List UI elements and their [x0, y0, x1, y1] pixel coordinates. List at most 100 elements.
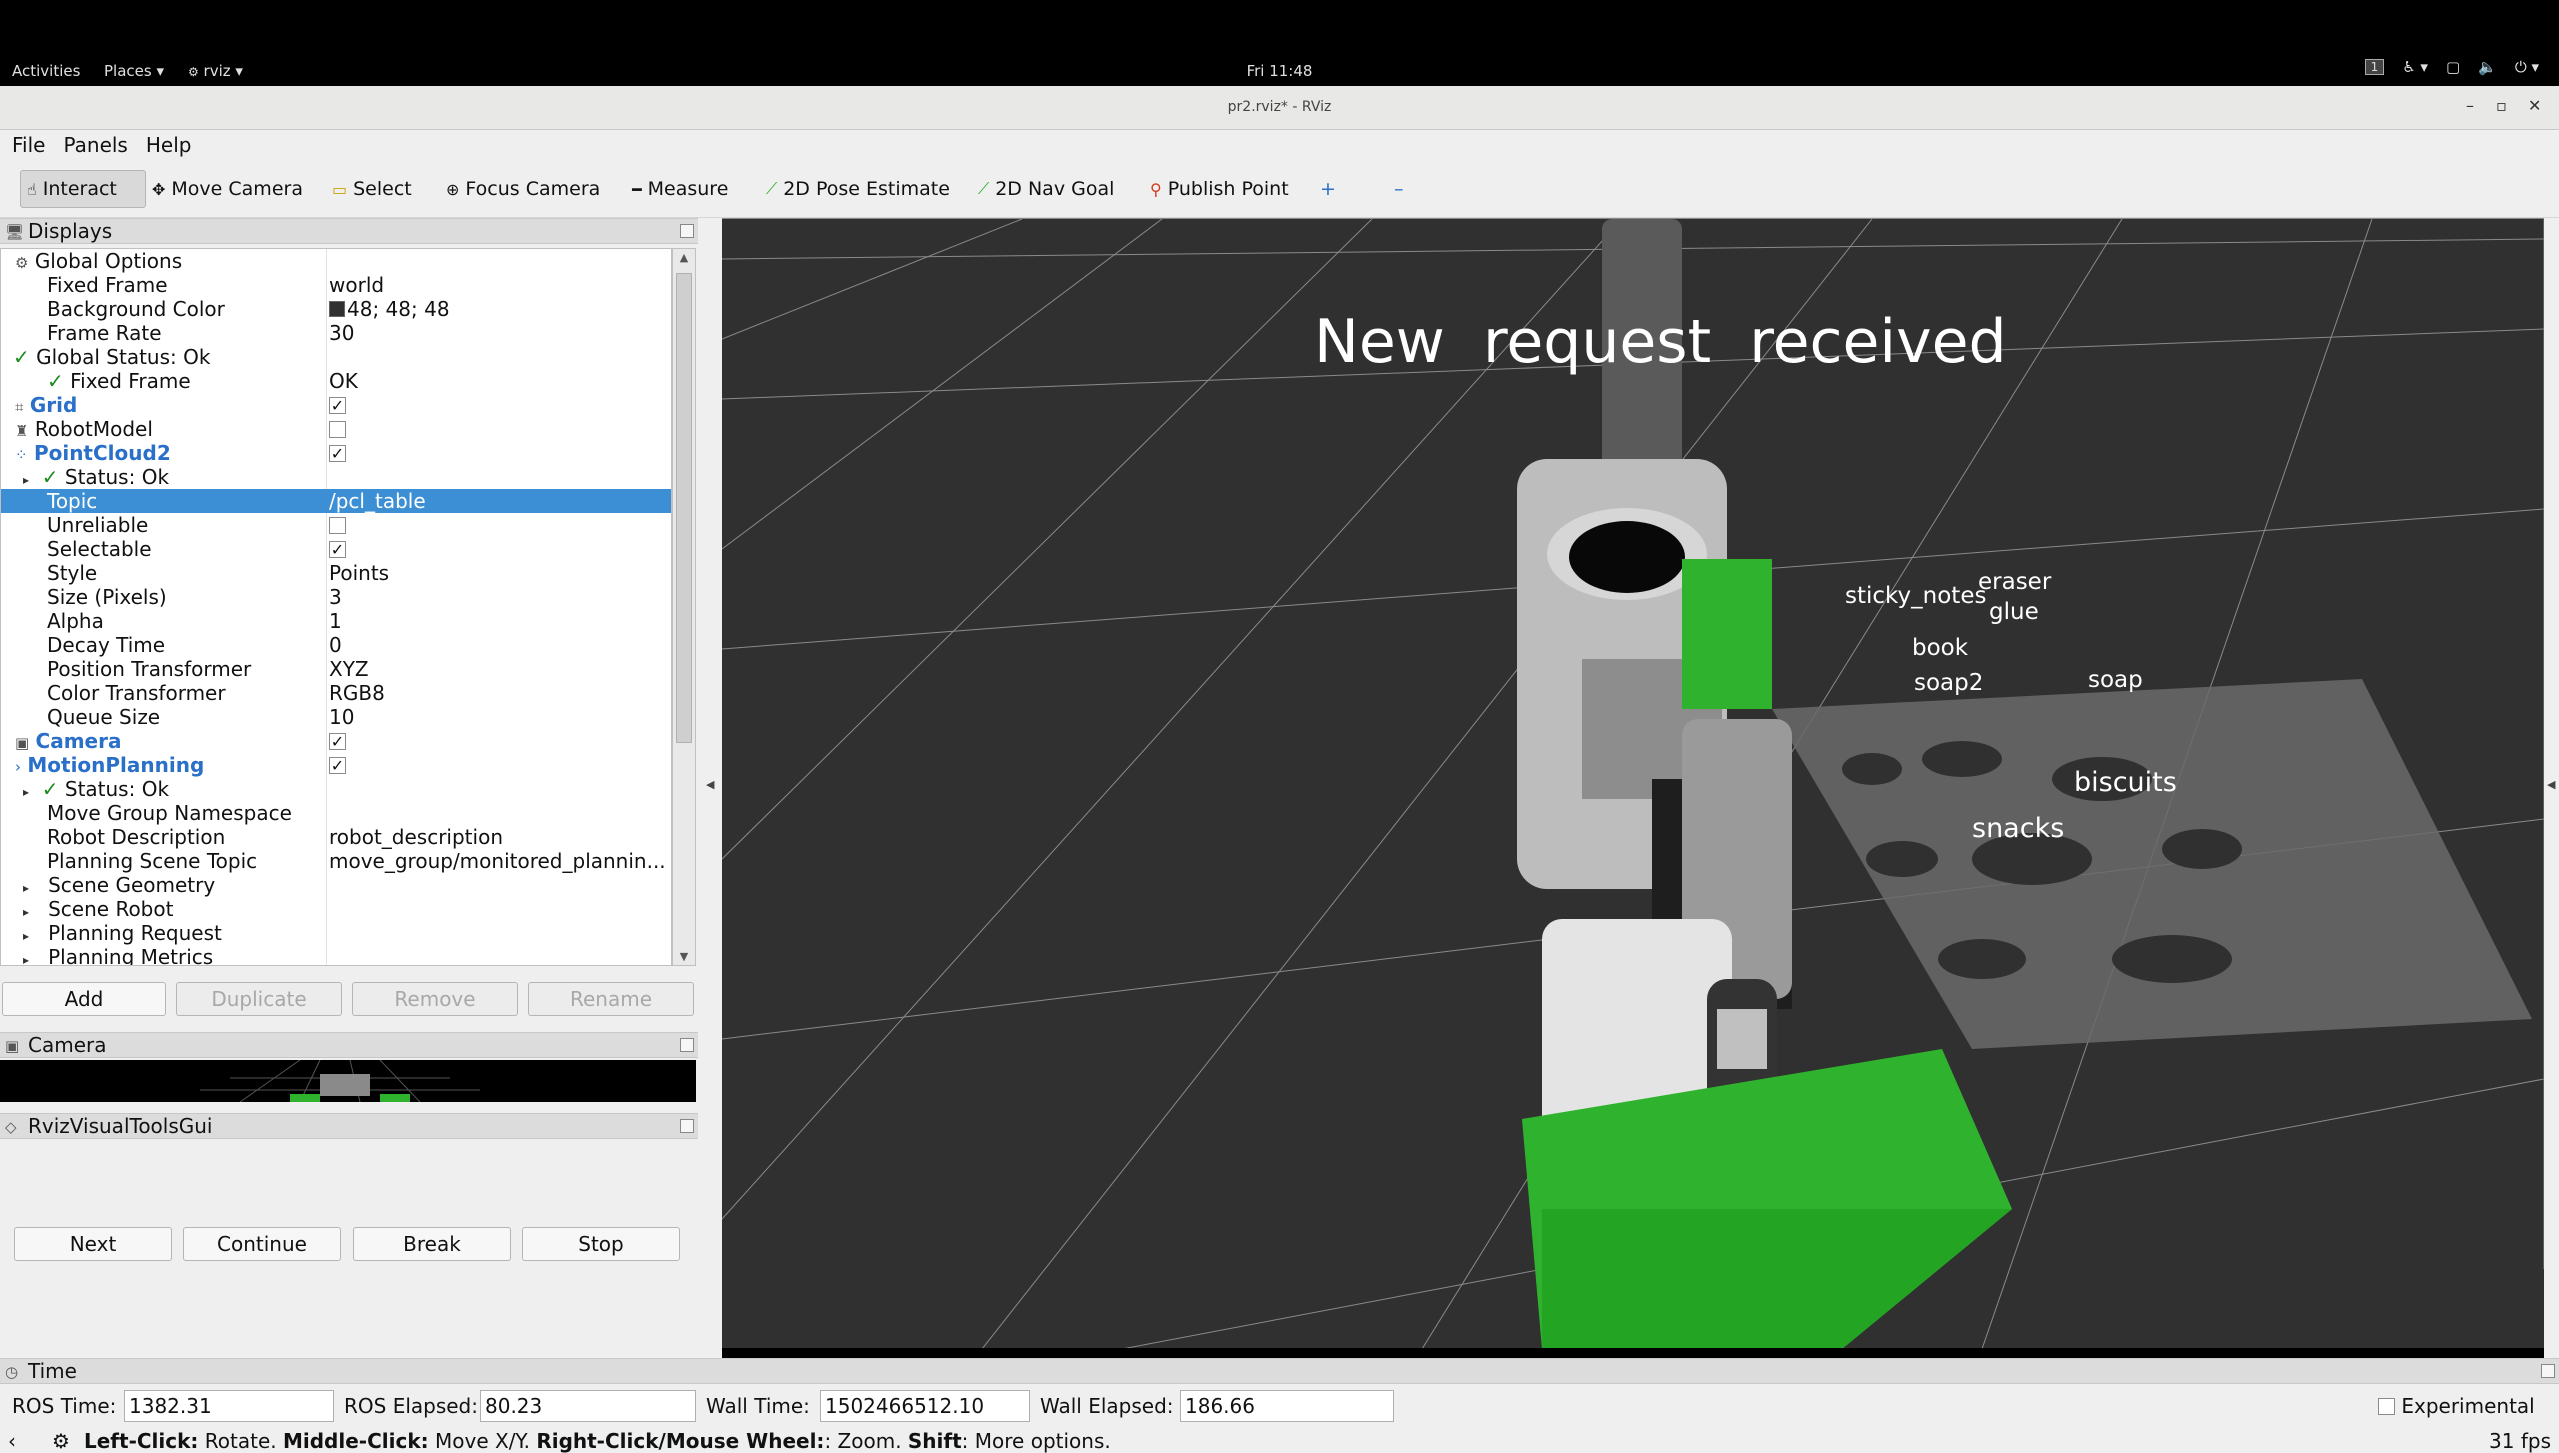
volume-icon[interactable]: 🔈	[2478, 58, 2497, 76]
wall-time-field[interactable]: 1502466512.10	[820, 1390, 1030, 1422]
tree-row[interactable]: ▸ Scene Geometry	[1, 873, 671, 897]
tree-row[interactable]: Color Transformer RGB8	[1, 681, 671, 705]
rename-button[interactable]: Rename	[528, 982, 694, 1016]
collapse-left-icon[interactable]: ◀	[706, 778, 714, 791]
tree-row[interactable]: ⚙ Global Options	[1, 249, 671, 273]
wall-elapsed-field[interactable]: 186.66	[1180, 1390, 1394, 1422]
tree-row[interactable]: ⁘ PointCloud2 ✓	[1, 441, 671, 465]
tree-row[interactable]: ▣ Camera ✓	[1, 729, 671, 753]
motionplanning-checkbox[interactable]: ✓	[329, 756, 346, 774]
tree-row[interactable]: Style Points	[1, 561, 671, 585]
tool-2d-nav-goal[interactable]: ⟋ 2D Nav Goal	[972, 170, 1120, 208]
expand-arrow-icon[interactable]: ▸	[23, 929, 29, 943]
camera-image-view[interactable]	[0, 1060, 696, 1102]
focus-icon: ⊕	[446, 179, 460, 199]
tree-row[interactable]: Alpha 1	[1, 609, 671, 633]
back-arrow-icon[interactable]: ‹	[8, 1430, 16, 1453]
float-panel-button[interactable]	[680, 1038, 694, 1052]
tree-row[interactable]: Size (Pixels) 3	[1, 585, 671, 609]
label-snacks: snacks	[1972, 813, 2065, 844]
tree-row[interactable]: Fixed Frame world	[1, 273, 671, 297]
tool-focus-camera[interactable]: ⊕ Focus Camera	[440, 170, 606, 208]
accessibility-icon[interactable]: ♿ ▾	[2402, 58, 2428, 76]
close-button[interactable]: ✕	[2528, 96, 2541, 115]
tree-row[interactable]: ▸ ✓ Status: Ok	[1, 777, 671, 801]
tool-move-camera[interactable]: ✥ Move Camera	[146, 170, 309, 208]
tree-row[interactable]: Frame Rate 30	[1, 321, 671, 345]
tree-row[interactable]: Background Color 48; 48; 48	[1, 297, 671, 321]
scroll-up-icon[interactable]: ▲	[673, 251, 695, 264]
right-dock-edge[interactable]: ◀	[2544, 218, 2559, 1358]
tree-row[interactable]: Decay Time 0	[1, 633, 671, 657]
continue-button[interactable]: Continue	[183, 1227, 341, 1261]
scrollbar-thumb[interactable]	[676, 273, 692, 743]
tree-row[interactable]: ♜ RobotModel	[1, 417, 671, 441]
stop-button[interactable]: Stop	[522, 1227, 680, 1261]
grid-checkbox[interactable]: ✓	[329, 396, 346, 414]
label-glue: glue	[1989, 599, 2039, 625]
tree-row[interactable]: ▸ Planning Request	[1, 921, 671, 945]
collapse-right-icon[interactable]: ◀	[2547, 778, 2555, 791]
maximize-button[interactable]: ▫	[2496, 96, 2507, 115]
scroll-down-icon[interactable]: ▼	[673, 950, 695, 963]
float-panel-button[interactable]	[680, 1119, 694, 1133]
tree-row[interactable]: ▸ Planning Metrics	[1, 945, 671, 965]
tree-row[interactable]: ✓ Fixed Frame OK	[1, 369, 671, 393]
render-viewport[interactable]: New request received sticky_notes eraser…	[722, 218, 2544, 1348]
power-icon[interactable]: ⏻ ▾	[2515, 58, 2539, 76]
tree-row-selected[interactable]: Topic/pcl_table	[1, 489, 671, 513]
tree-row[interactable]: ▸ ✓ Status: Ok	[1, 465, 671, 489]
tree-row[interactable]: ✓ Global Status: Ok	[1, 345, 671, 369]
ros-time-field[interactable]: 1382.31	[124, 1390, 334, 1422]
tree-row[interactable]: Planning Scene Topic move_group/monitored…	[1, 849, 671, 873]
expand-arrow-icon[interactable]: ▸	[23, 785, 29, 799]
clock[interactable]: Fri 11:48	[0, 62, 2559, 80]
menu-file[interactable]: File	[12, 133, 45, 157]
status-bar: ‹ ⚙ Left-Click: Rotate. Middle-Click: Mo…	[0, 1430, 2559, 1453]
remove-button[interactable]: Remove	[352, 982, 518, 1016]
tool-interact[interactable]: ☝ Interact	[20, 170, 146, 208]
tree-row[interactable]: › MotionPlanning ✓	[1, 753, 671, 777]
displays-scrollbar[interactable]: ▲ ▼	[672, 248, 696, 966]
add-button[interactable]: Add	[2, 982, 166, 1016]
tree-row[interactable]: ▸ Scene Robot	[1, 897, 671, 921]
break-button[interactable]: Break	[353, 1227, 511, 1261]
workspace-indicator[interactable]: 1	[2364, 59, 2385, 75]
robotmodel-checkbox[interactable]	[329, 420, 346, 438]
menu-help[interactable]: Help	[146, 133, 192, 157]
tool-publish-point[interactable]: ⚲ Publish Point	[1144, 170, 1295, 208]
tree-row[interactable]: Robot Description robot_description	[1, 825, 671, 849]
expand-arrow-icon[interactable]: ▸	[23, 881, 29, 895]
add-tool-button[interactable]: +	[1314, 170, 1342, 208]
expand-arrow-icon[interactable]: ▸	[23, 473, 29, 487]
remove-tool-button[interactable]: –	[1388, 170, 1410, 208]
tree-row[interactable]: Position Transformer XYZ	[1, 657, 671, 681]
tree-row[interactable]: ⌗ Grid ✓	[1, 393, 671, 417]
next-button[interactable]: Next	[14, 1227, 172, 1261]
color-swatch[interactable]	[329, 301, 345, 317]
float-panel-button[interactable]	[680, 224, 694, 238]
expand-arrow-icon[interactable]: ▸	[23, 953, 29, 965]
display-icon[interactable]: ▢	[2446, 58, 2460, 76]
minimize-button[interactable]: –	[2466, 96, 2474, 115]
tool-select[interactable]: ▭ Select	[326, 170, 418, 208]
camera-checkbox[interactable]: ✓	[329, 732, 346, 750]
ros-elapsed-field[interactable]: 80.23	[480, 1390, 696, 1422]
experimental-label: Experimental	[2401, 1394, 2535, 1418]
tree-row[interactable]: Move Group Namespace	[1, 801, 671, 825]
unreliable-checkbox[interactable]	[329, 516, 346, 534]
tree-row[interactable]: Unreliable	[1, 513, 671, 537]
tree-row[interactable]: Selectable ✓	[1, 537, 671, 561]
tool-measure[interactable]: ━ Measure	[626, 170, 734, 208]
duplicate-button[interactable]: Duplicate	[176, 982, 342, 1016]
float-panel-button[interactable]	[2541, 1364, 2555, 1378]
selectable-checkbox[interactable]: ✓	[329, 540, 346, 558]
tree-row[interactable]: Queue Size 10	[1, 705, 671, 729]
experimental-checkbox[interactable]	[2378, 1397, 2395, 1415]
menu-panels[interactable]: Panels	[63, 133, 127, 157]
dock-splitter[interactable]: ◀	[700, 218, 722, 1358]
experimental-toggle[interactable]: Experimental	[2378, 1394, 2535, 1418]
expand-arrow-icon[interactable]: ▸	[23, 905, 29, 919]
tool-2d-pose-estimate[interactable]: ⟋ 2D Pose Estimate	[760, 170, 956, 208]
pointcloud-checkbox[interactable]: ✓	[329, 444, 346, 462]
